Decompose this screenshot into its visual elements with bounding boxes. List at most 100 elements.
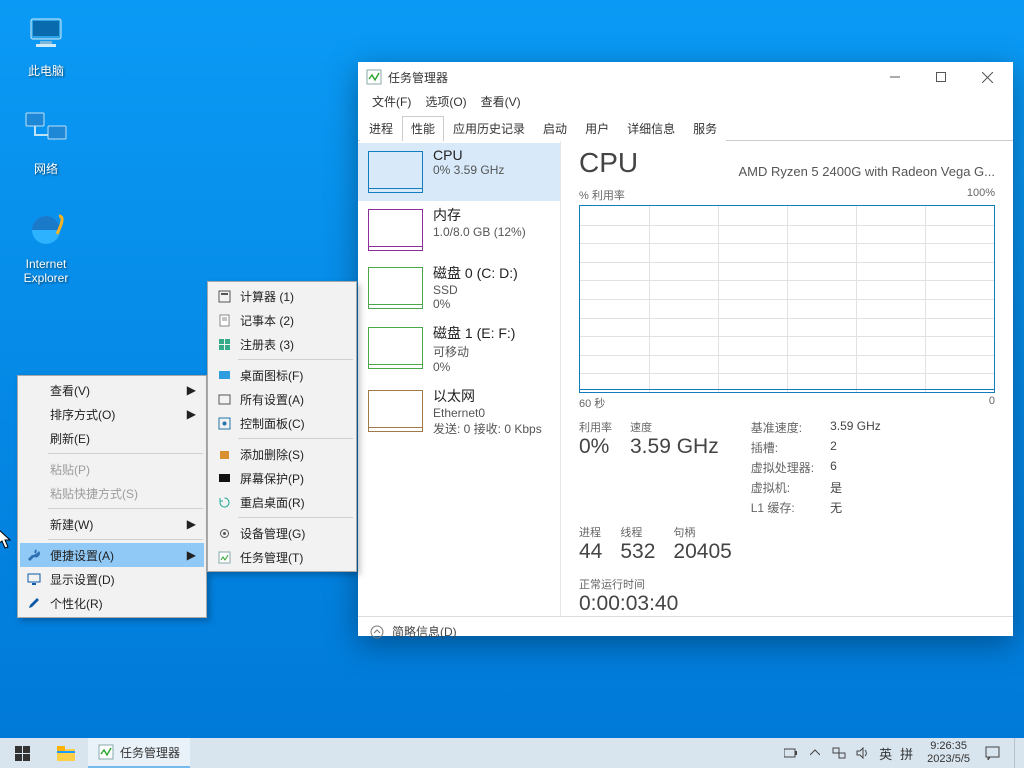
wrench-icon [26, 547, 42, 563]
chevron-up-circle-icon [370, 625, 384, 639]
menu-file[interactable]: 文件(F) [366, 92, 417, 111]
sublabel: Ethernet0 [433, 406, 542, 420]
sub-desktop-icons[interactable]: 桌面图标(F) [210, 363, 354, 387]
tray-battery-icon[interactable] [783, 745, 799, 761]
ctx-sort[interactable]: 排序方式(O)▶ [20, 402, 204, 426]
sub-device-manager[interactable]: 设备管理(G) [210, 521, 354, 545]
performance-sidebar: CPU 0% 3.59 GHz 内存 1.0/8.0 GB (12%) 磁盘 0… [358, 141, 561, 616]
network-icon [22, 108, 70, 156]
sub-screensaver[interactable]: 屏幕保护(P) [210, 466, 354, 490]
sublabel: 1.0/8.0 GB (12%) [433, 225, 526, 239]
tab-details[interactable]: 详细信息 [618, 116, 684, 141]
start-button[interactable] [0, 738, 44, 768]
chevron-right-icon: ▶ [187, 548, 196, 562]
vproc-value: 6 [830, 459, 881, 476]
uptime-label: 正常运行时间 [579, 576, 995, 592]
tray-notifications-icon[interactable] [984, 745, 1000, 761]
icon-ie[interactable]: Internet Explorer [8, 205, 84, 285]
speed-label: 速度 [630, 419, 719, 435]
screensaver-icon [216, 470, 232, 486]
titlebar[interactable]: 任务管理器 [358, 62, 1013, 92]
icon-network[interactable]: 网络 [8, 108, 84, 177]
sub-control-panel[interactable]: 控制面板(C) [210, 411, 354, 435]
mem-thumb [368, 209, 423, 251]
maximize-button[interactable] [921, 62, 967, 92]
tray-chevron-up-icon[interactable] [807, 745, 823, 761]
taskbar: 任务管理器 英 拼 9:26:35 2023/5/5 [0, 738, 1024, 768]
label: 内存 [433, 205, 526, 225]
ctx-quick-settings[interactable]: 便捷设置(A)▶ [20, 543, 204, 567]
task-manager-footer: 简略信息(D) [358, 616, 1013, 648]
ctx-refresh[interactable]: 刷新(E) [20, 426, 204, 450]
tray-ime-lang[interactable]: 英 [879, 744, 892, 763]
display-icon [26, 571, 42, 587]
explorer-button[interactable] [44, 738, 88, 768]
tray-ime-mode[interactable]: 拼 [900, 744, 913, 763]
sub-all-settings[interactable]: 所有设置(A) [210, 387, 354, 411]
ctx-view[interactable]: 查看(V)▶ [20, 378, 204, 402]
minimize-button[interactable] [875, 62, 921, 92]
perf-card-disk1[interactable]: 磁盘 1 (E: F:) 可移动 0% [358, 319, 560, 382]
performance-body: CPU 0% 3.59 GHz 内存 1.0/8.0 GB (12%) 磁盘 0… [358, 141, 1013, 616]
separator [48, 508, 203, 509]
close-button[interactable] [967, 62, 1013, 92]
window-title: 任务管理器 [388, 69, 875, 86]
tray-clock[interactable]: 9:26:35 2023/5/5 [921, 740, 976, 766]
sub-restart-desktop[interactable]: 重启桌面(R) [210, 490, 354, 514]
perf-card-cpu[interactable]: CPU 0% 3.59 GHz [358, 143, 560, 201]
menu-view[interactable]: 查看(V) [475, 92, 527, 111]
ctx-personalize[interactable]: 个性化(R) [20, 591, 204, 615]
separator [48, 453, 203, 454]
sublabel2: 发送: 0 接收: 0 Kbps [433, 420, 542, 437]
proc-value: 44 [579, 540, 602, 564]
tab-processes[interactable]: 进程 [360, 116, 402, 141]
fewer-details-link[interactable]: 简略信息(D) [392, 623, 457, 640]
cpu-graph[interactable] [579, 205, 995, 393]
monitor-icon [22, 10, 70, 58]
tab-services[interactable]: 服务 [684, 116, 726, 141]
quick-settings-submenu: 计算器 (1) 记事本 (2) 注册表 (3) 桌面图标(F) 所有设置(A) … [207, 281, 357, 572]
taskbar-app-taskmgr[interactable]: 任务管理器 [88, 738, 190, 768]
sub-task-manager[interactable]: 任务管理(T) [210, 545, 354, 569]
l1-label: L1 缓存: [751, 499, 814, 516]
chevron-right-icon: ▶ [187, 407, 196, 421]
tab-app-history[interactable]: 应用历史记录 [444, 116, 534, 141]
sockets-label: 插槽: [751, 439, 814, 456]
document-icon [216, 312, 232, 328]
label: Internet Explorer [24, 257, 69, 285]
sublabel2: 0% [433, 360, 515, 374]
tray-network-icon[interactable] [831, 745, 847, 761]
tab-startup[interactable]: 启动 [534, 116, 576, 141]
perf-card-memory[interactable]: 内存 1.0/8.0 GB (12%) [358, 201, 560, 259]
show-desktop-button[interactable] [1014, 738, 1020, 768]
sub-notepad[interactable]: 记事本 (2) [210, 308, 354, 332]
sub-calculator[interactable]: 计算器 (1) [210, 284, 354, 308]
ctx-paste-shortcut: 粘贴快捷方式(S) [20, 481, 204, 505]
sub-add-remove[interactable]: 添加删除(S) [210, 442, 354, 466]
tray-volume-icon[interactable] [855, 745, 871, 761]
sublabel: 可移动 [433, 343, 515, 360]
sublabel: 0% 3.59 GHz [433, 163, 504, 177]
perf-card-ethernet[interactable]: 以太网 Ethernet0 发送: 0 接收: 0 Kbps [358, 382, 560, 445]
cpu-kv-grid: 基准速度:3.59 GHz 插槽:2 虚拟处理器:6 虚拟机:是 L1 缓存:无 [751, 419, 881, 516]
task-manager-window: 任务管理器 文件(F) 选项(O) 查看(V) 进程 性能 应用历史记录 启动 … [358, 62, 1013, 636]
icon-this-pc[interactable]: 此电脑 [8, 10, 84, 79]
menu-bar: 文件(F) 选项(O) 查看(V) [358, 92, 1013, 111]
separator [238, 438, 353, 439]
separator [238, 517, 353, 518]
perf-card-disk0[interactable]: 磁盘 0 (C: D:) SSD 0% [358, 259, 560, 319]
tab-users[interactable]: 用户 [576, 116, 618, 141]
menu-options[interactable]: 选项(O) [419, 92, 472, 111]
vm-value: 是 [830, 479, 881, 496]
desktop-icon [216, 367, 232, 383]
tab-performance[interactable]: 性能 [402, 116, 444, 141]
graph-ymax: 100% [967, 187, 995, 203]
cpu-thumb [368, 151, 423, 193]
ctx-new[interactable]: 新建(W)▶ [20, 512, 204, 536]
eth-thumb [368, 390, 423, 432]
tray-time: 9:26:35 [927, 740, 970, 753]
label: 磁盘 1 (E: F:) [433, 323, 515, 343]
ctx-display-settings[interactable]: 显示设置(D) [20, 567, 204, 591]
graph-ylabel: % 利用率 [579, 187, 625, 203]
sub-regedit[interactable]: 注册表 (3) [210, 332, 354, 356]
